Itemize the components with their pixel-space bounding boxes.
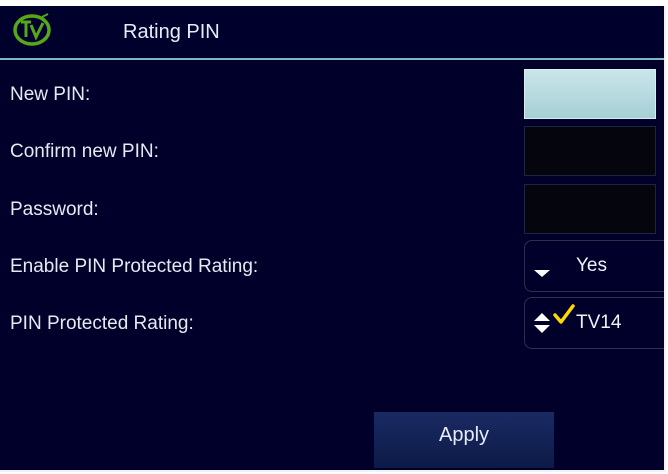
chevron-down-icon xyxy=(534,270,550,277)
rating-select[interactable]: TV14 xyxy=(524,297,664,349)
confirm-pin-label: Confirm new PIN: xyxy=(10,141,159,162)
new-pin-label: New PIN: xyxy=(10,84,91,105)
confirm-pin-field[interactable] xyxy=(524,126,656,176)
rating-label: PIN Protected Rating: xyxy=(10,313,194,334)
up-down-arrows-icon xyxy=(534,313,550,333)
apply-button[interactable]: Apply xyxy=(374,412,554,468)
password-field[interactable] xyxy=(524,184,656,234)
tv-logo-icon xyxy=(13,13,51,46)
checkmark-icon xyxy=(553,304,575,324)
enable-pin-value: Yes xyxy=(576,255,607,276)
rating-value: TV14 xyxy=(576,312,622,333)
enable-pin-select[interactable]: Yes xyxy=(524,240,664,292)
enable-pin-label: Enable PIN Protected Rating: xyxy=(10,256,259,277)
password-label: Password: xyxy=(10,199,99,220)
new-pin-field[interactable] xyxy=(524,69,656,119)
rating-pin-screen: Rating PIN New PIN: Confirm new PIN: Pas… xyxy=(0,6,666,472)
page-title: Rating PIN xyxy=(123,21,220,43)
header-bar: Rating PIN xyxy=(0,6,664,60)
